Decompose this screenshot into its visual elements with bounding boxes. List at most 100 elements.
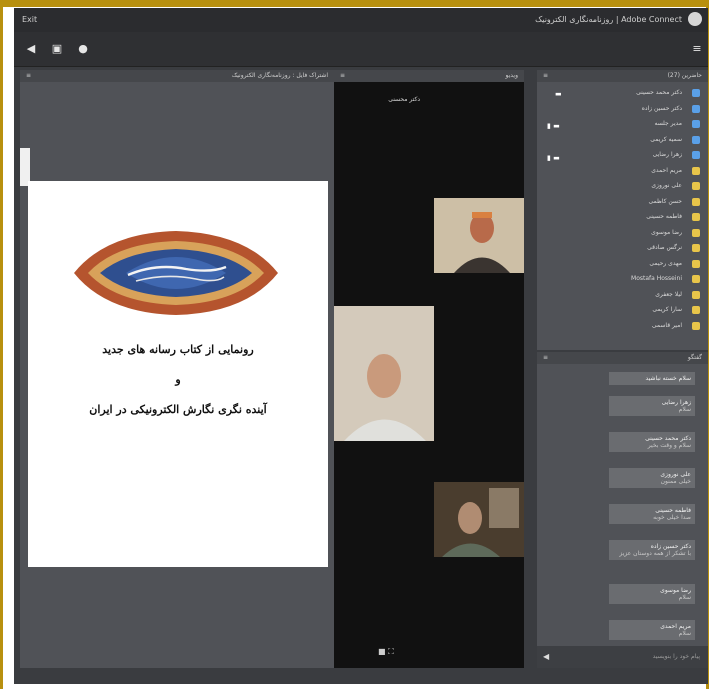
share-pod-title: اشتراک فایل : روزنامه‌نگاری الکترونیک [231, 72, 328, 79]
attendee-name[interactable]: دکتر محمد حسینی [636, 88, 682, 98]
exit-link[interactable]: Exit [22, 15, 37, 24]
attendee-role-icon [692, 321, 700, 330]
attendee-role-icon [692, 89, 700, 97]
attendee-name[interactable]: مدیر جلسه [654, 119, 682, 129]
attendee-name[interactable]: مهدی رحیمی [649, 259, 682, 269]
video-controls[interactable]: ■ ⛶ [378, 647, 394, 657]
attendee-role-icon [692, 259, 700, 268]
gold-top-border [0, 0, 709, 7]
mic-icon: ▬ [555, 90, 562, 98]
attendee-name[interactable]: لیلا جعفری [655, 290, 682, 300]
share-pod-header: ≡ اشتراک فایل : روزنامه‌نگاری الکترونیک [20, 70, 334, 82]
chat-message: علی نوروزی خیلی ممنون [609, 468, 695, 488]
share-pod: ≡ اشتراک فایل : روزنامه‌نگاری الکترونیک … [20, 70, 334, 668]
attendee-name[interactable]: سارا کریمی [652, 305, 682, 315]
chat-message-sender: زهرا رضایی [661, 399, 691, 406]
chat-pod-title: گفتگو [687, 354, 702, 361]
attendee-name[interactable]: نرگس صادقی [647, 243, 682, 253]
participant-silhouette-1 [434, 198, 524, 273]
person-icon[interactable]: ● [76, 42, 90, 56]
pod-menu-icon[interactable]: ≡ [340, 70, 345, 82]
mic-icon: ▮ ▬ [547, 154, 560, 162]
chat-message-sender: مریم احمدی [660, 623, 691, 630]
attendee-role-icon [692, 104, 700, 113]
attendees-pod-title: حاضرین (27) [667, 72, 702, 79]
chat-input-placeholder[interactable]: پیام خود را بنویسید [653, 653, 700, 660]
chat-message-text: سلام و وقت بخیر [647, 442, 691, 449]
video-pod: ≡ ویدیو دکتر محسنی ■ ⛶ [334, 70, 524, 668]
chat-message-sender: دکتر محمد حسینی [645, 435, 691, 442]
chat-message-sender: رضا موسوی [660, 587, 691, 594]
video-pod-title: ویدیو [505, 72, 519, 79]
chat-message: فاطمه حسینی صدا خیلی خوبه [609, 504, 695, 524]
send-icon[interactable]: ◀ [543, 652, 549, 661]
chat-message-text: با تشکر از همه دوستان عزیز [619, 550, 691, 557]
attendee-name[interactable]: علی نوروزی [651, 181, 682, 191]
webcam-feed-2[interactable] [334, 306, 434, 441]
attendee-role-icon [692, 197, 700, 206]
title-bar: Exit روزنامه‌نگاری الکترونیک | Adobe Con… [14, 8, 708, 32]
attendee-name[interactable]: Mostafa Hosseini [631, 274, 682, 284]
mic-icon: ▮ ▬ [547, 122, 560, 130]
chat-input-bar[interactable]: ◀ پیام خود را بنویسید [537, 646, 708, 668]
gold-left-border [0, 7, 3, 689]
pod-menu-icon[interactable]: ≡ [543, 70, 548, 82]
chat-message: سلام خسته نباشید [609, 372, 695, 385]
chat-message: مریم احمدی سلام [609, 620, 695, 640]
attendees-pod-header: ≡ حاضرین (27) [537, 70, 708, 82]
attendee-name[interactable]: رضا موسوی [651, 228, 682, 238]
chat-message: دکتر حسین زاده با تشکر از همه دوستان عزیز [609, 540, 695, 560]
chat-message-text: سلام [678, 630, 691, 637]
pod-menu-icon[interactable]: ≡ [26, 70, 31, 82]
attendee-role-icon [692, 120, 700, 128]
webcam-feed-1[interactable] [434, 198, 524, 273]
attendee-name[interactable]: سمیه کریمی [650, 135, 682, 145]
video-speaker-label: دکتر محسنی [388, 96, 420, 103]
chat-message-text: خیلی ممنون [660, 478, 691, 485]
attendee-name[interactable]: زهرا رضایی [653, 150, 682, 160]
screen-icon[interactable]: ▣ [50, 42, 64, 56]
chat-message-sender: فاطمه حسینی [655, 507, 691, 514]
speaker-icon[interactable]: ◀ [24, 42, 38, 56]
participant-silhouette-2 [334, 306, 434, 441]
chat-message: رضا موسوی سلام [609, 584, 695, 604]
chat-message-text: سلام [678, 406, 691, 413]
chat-message-text: سلام [678, 594, 691, 601]
attendee-name[interactable]: مریم احمدی [651, 166, 682, 176]
attendees-pod: ≡ حاضرین (27) ▬ ▮ ▬ ▮ ▬ دکتر محمد حسینی د… [537, 70, 708, 350]
participant-silhouette-3 [434, 482, 524, 557]
toolbar: ◀ ▣ ● ≡ [14, 32, 708, 67]
chat-message-sender: سلام خسته نباشید [645, 375, 691, 382]
attendee-role-icon [692, 290, 700, 299]
attendee-role-icon [692, 244, 700, 252]
adobe-connect-window: Exit روزنامه‌نگاری الکترونیک | Adobe Con… [14, 8, 708, 684]
webcam-feed-3[interactable] [434, 482, 524, 557]
chat-message: زهرا رضایی سلام [609, 396, 695, 416]
chat-pod-header: ≡ گفتگو [537, 352, 708, 364]
attendee-role-icon [692, 151, 700, 159]
chat-message-text: صدا خیلی خوبه [653, 514, 691, 521]
shared-document-page: رونمایی از کتاب رسانه های جدید و آینده ن… [28, 181, 328, 567]
attendee-role-icon [692, 213, 700, 221]
attendee-role-icon [692, 182, 700, 190]
app-logo-icon [688, 12, 702, 26]
attendee-role-icon [692, 228, 700, 237]
attendee-name[interactable]: حسن کاظمی [649, 197, 682, 207]
document-title-line3: آینده نگری نگارش الکترونیکی در ایران [89, 403, 267, 416]
document-title-line1: رونمایی از کتاب رسانه های جدید [102, 343, 254, 356]
attendee-role-icon [692, 135, 700, 144]
attendee-name[interactable]: امیر قاسمی [652, 321, 682, 331]
pod-menu-icon[interactable]: ≡ [543, 352, 548, 364]
menu-icon[interactable]: ≡ [690, 42, 704, 56]
video-pod-header: ≡ ویدیو [334, 70, 524, 82]
attendee-name[interactable]: دکتر حسین زاده [642, 104, 682, 114]
attendee-name[interactable]: فاطمه حسینی [646, 212, 682, 222]
chat-message-sender: دکتر حسین زاده [650, 543, 691, 550]
attendee-role-icon [692, 275, 700, 283]
attendee-role-icon [692, 306, 700, 314]
chat-message: دکتر محمد حسینی سلام و وقت بخیر [609, 432, 695, 452]
screenshot-frame: Exit روزنامه‌نگاری الکترونیک | Adobe Con… [0, 0, 709, 689]
chat-pod: ≡ گفتگو سلام خسته نباشید زهرا رضایی سلام دک… [537, 352, 708, 668]
attendee-role-icon [692, 166, 700, 175]
chat-message-sender: علی نوروزی [660, 471, 691, 478]
